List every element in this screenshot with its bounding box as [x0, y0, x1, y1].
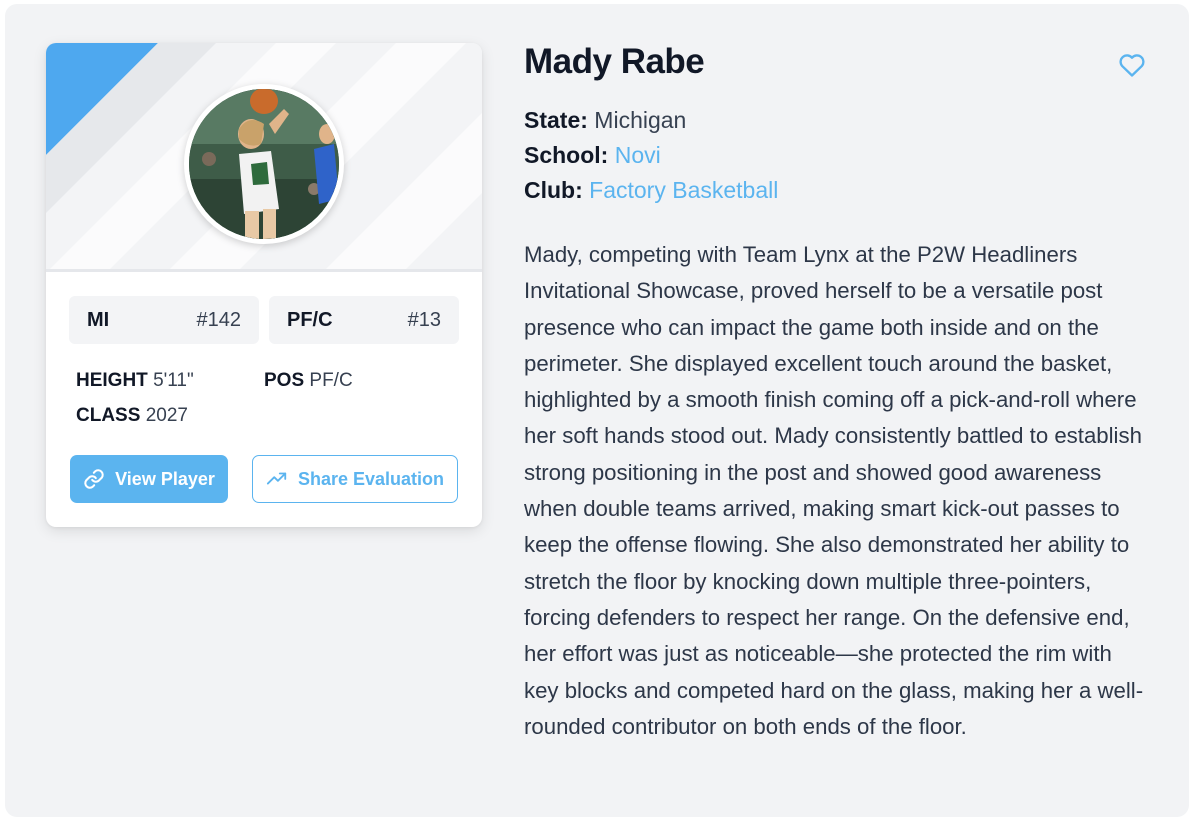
school-row: School: Novi: [524, 142, 661, 169]
state-label: State:: [524, 107, 588, 133]
share-evaluation-label: Share Evaluation: [297, 468, 445, 489]
height-value: 5'11": [153, 370, 194, 391]
club-label: Club:: [524, 177, 583, 203]
tag-value: #13: [407, 308, 441, 331]
view-player-button[interactable]: View Player: [70, 455, 228, 503]
share-evaluation-button[interactable]: Share Evaluation: [252, 455, 458, 503]
tag-value: #142: [196, 308, 242, 331]
height-label: HEIGHT: [76, 370, 148, 391]
class-stat: CLASS 2027: [76, 405, 188, 427]
position-stat: POS PF/C: [264, 370, 353, 392]
club-link[interactable]: Factory Basketball: [589, 177, 778, 203]
state-row: State: Michigan: [524, 107, 686, 134]
state-rank-tag: MI #142: [69, 296, 259, 344]
heart-icon[interactable]: [1118, 52, 1146, 78]
player-card: MI #142 PF/C #13 HEIGHT 5'11" POS PF/C C…: [46, 43, 482, 527]
player-name: Mady Rabe: [524, 42, 705, 81]
school-link[interactable]: Novi: [615, 142, 661, 168]
position-rank-tag: PF/C #13: [269, 296, 459, 344]
club-row: Club: Factory Basketball: [524, 177, 778, 204]
card-banner: [46, 43, 482, 272]
pos-value: PF/C: [309, 370, 353, 391]
tag-key: PF/C: [287, 308, 333, 331]
school-label: School:: [524, 142, 609, 168]
class-label: CLASS: [76, 405, 141, 426]
player-evaluation-text: Mady, competing with Team Lynx at the P2…: [524, 242, 1144, 739]
class-value: 2027: [145, 405, 188, 426]
pos-label: POS: [264, 370, 305, 391]
state-value: Michigan: [594, 107, 687, 133]
link-icon: [84, 469, 104, 489]
height-stat: HEIGHT 5'11": [76, 370, 194, 392]
view-player-label: View Player: [115, 468, 215, 489]
tag-key: MI: [87, 308, 110, 331]
trending-up-icon: [266, 472, 287, 485]
banner-divider: [46, 269, 482, 272]
player-photo: [184, 84, 344, 244]
